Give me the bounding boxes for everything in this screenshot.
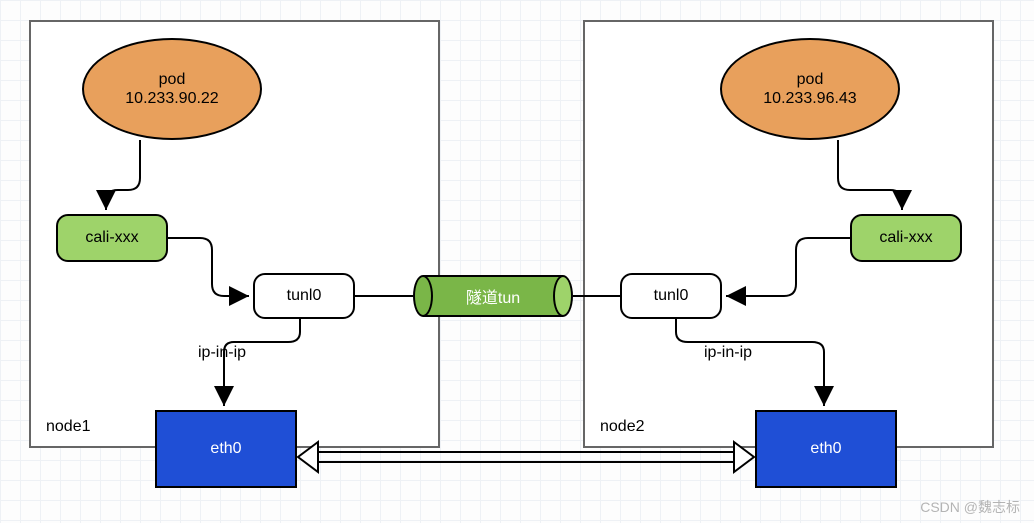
node2-tunl: tunl0	[620, 273, 722, 319]
watermark: CSDN @魏志标	[920, 497, 1020, 517]
node1-pod-ip: 10.233.90.22	[125, 89, 218, 108]
watermark-text: CSDN @魏志标	[920, 499, 1020, 515]
node1-cali: cali-xxx	[56, 214, 168, 262]
node1-label-text: node1	[46, 418, 91, 435]
node2-tunl-label: tunl0	[654, 287, 689, 305]
node2-label-text: node2	[600, 418, 645, 435]
node2-eth: eth0	[755, 410, 897, 488]
node1-label: node1	[46, 418, 91, 436]
node2-ipinip: ip-in-ip	[702, 344, 754, 362]
node1-pod-title: pod	[159, 70, 186, 89]
node2-pod-ip: 10.233.96.43	[763, 89, 856, 108]
node1-eth-label: eth0	[210, 440, 241, 458]
node2-pod-title: pod	[797, 70, 824, 89]
node2-cali: cali-xxx	[850, 214, 962, 262]
node2-eth-label: eth0	[810, 440, 841, 458]
node2-ipinip-text: ip-in-ip	[704, 344, 752, 361]
tunnel-label: 隧道tun	[466, 284, 520, 308]
node1-pod: pod 10.233.90.22	[82, 38, 262, 140]
node1-tunl-label: tunl0	[287, 287, 322, 305]
node1-ipinip: ip-in-ip	[196, 344, 248, 362]
node1-ipinip-text: ip-in-ip	[198, 344, 246, 361]
node2-label: node2	[600, 418, 645, 436]
tunnel: 隧道tun	[413, 275, 573, 317]
node2-cali-label: cali-xxx	[879, 229, 932, 247]
node1-tunl: tunl0	[253, 273, 355, 319]
node1-eth: eth0	[155, 410, 297, 488]
node1-cali-label: cali-xxx	[85, 229, 138, 247]
node2-pod: pod 10.233.96.43	[720, 38, 900, 140]
